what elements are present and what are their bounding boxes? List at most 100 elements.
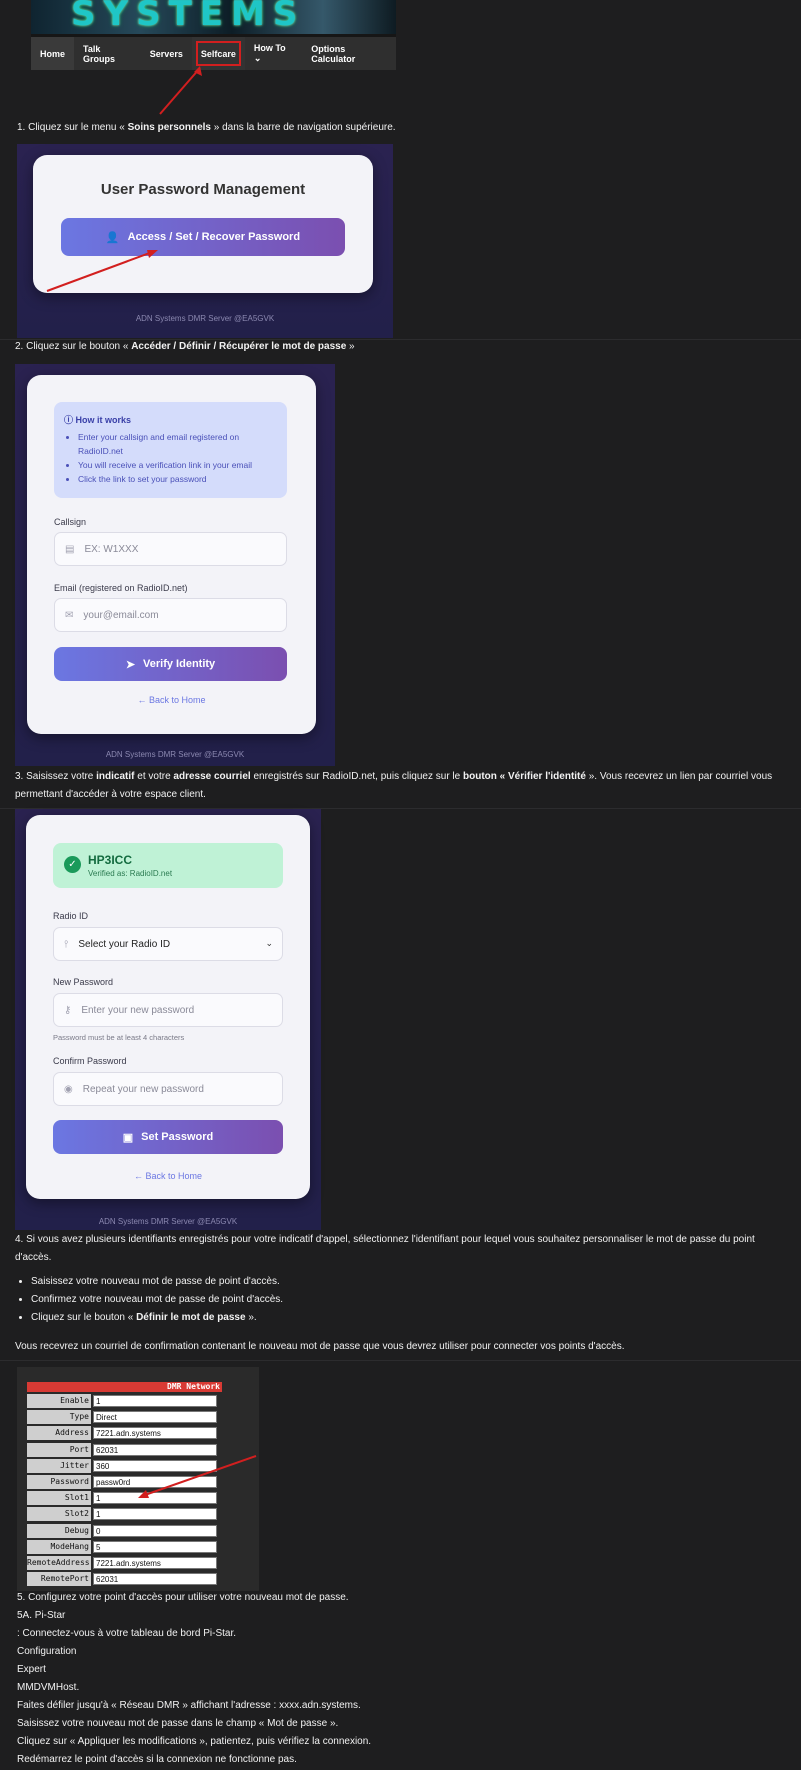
step4-confirm-text: Vous recevrez un courriel de confirmatio… — [15, 1341, 625, 1352]
table-row: ModeHang 5 — [27, 1539, 222, 1555]
key-icon: ⚷ — [64, 1004, 72, 1016]
callsign-label: Callsign — [54, 517, 87, 527]
list-item: Cliquez sur le bouton « Définir le mot d… — [31, 1309, 283, 1327]
verified-source: Verified as: RadioID.net — [88, 869, 173, 878]
step3-text: 3. Saisissez votre indicatif et votre ad… — [15, 771, 773, 800]
envelope-icon: ✉ — [65, 609, 74, 621]
arrow-annotation — [46, 250, 158, 292]
config-value-input[interactable]: 5 — [93, 1540, 217, 1553]
step5-line: MMDVMHost. — [17, 1682, 80, 1693]
email-input[interactable]: ✉ your@email.com — [54, 598, 287, 632]
config-key: Type — [27, 1410, 91, 1425]
dmr-network-header: DMR Network — [27, 1382, 222, 1392]
config-value-input[interactable]: Direct — [93, 1411, 217, 1424]
set-password-button[interactable]: ▣ Set Password — [53, 1120, 283, 1154]
config-key: RemoteAddress — [27, 1556, 91, 1570]
list-item: Enter your callsign and email registered… — [78, 430, 283, 458]
config-key: Address — [27, 1426, 91, 1441]
user-icon: 👤 — [105, 231, 120, 244]
how-it-works-title: ⓘ How it works — [64, 415, 132, 425]
callsign-input[interactable]: ▤ EX: W1XXX — [54, 532, 287, 566]
panel2-footer: ADN Systems DMR Server @EA5GVK — [105, 750, 245, 759]
check-circle-icon: ◉ — [64, 1083, 73, 1095]
config-key: ModeHang — [27, 1539, 91, 1554]
new-password-input[interactable]: ⚷ Enter your new password — [53, 993, 283, 1027]
config-value-input[interactable]: 62031 — [93, 1573, 217, 1586]
config-key: RemotePort — [27, 1572, 91, 1587]
pistar-config-screenshot: DMR Network Enable 1 Type Direct Address 7221… — [17, 1367, 259, 1591]
step5-line: 5A. Pi-Star — [17, 1610, 66, 1621]
new-password-label: New Password — [53, 977, 114, 987]
info-icon: ⓘ — [64, 415, 74, 425]
step5-line: 5. Configurez votre point d'accès pour u… — [17, 1592, 349, 1603]
panel3-footer: ADN Systems DMR Server @EA5GVK — [98, 1217, 238, 1226]
save-icon: ▣ — [122, 1131, 134, 1144]
how-it-works-list: Enter your callsign and email registered… — [64, 430, 283, 486]
card-title: User Password Management — [100, 181, 306, 198]
verify-identity-button[interactable]: ➤ Verify Identity — [54, 647, 287, 681]
list-item: Saisissez votre nouveau mot de passe de … — [31, 1273, 283, 1291]
step5-line: Expert — [17, 1664, 46, 1675]
chevron-down-icon: ⌄ — [265, 938, 273, 948]
step5-line: Saisissez votre nouveau mot de passe dan… — [17, 1718, 339, 1729]
panel1-footer: ADN Systems DMR Server @EA5GVK — [135, 314, 275, 323]
check-circle-icon: ✓ — [64, 856, 81, 873]
config-value-input[interactable]: 7221.adn.systems — [93, 1557, 217, 1569]
step5-line: : Connectez-vous à votre tableau de bord… — [17, 1628, 237, 1639]
config-value-input[interactable]: 1 — [93, 1395, 217, 1407]
site-banner-screenshot: SYSTEMS Home Talk Groups Servers Selfcar… — [31, 0, 396, 70]
config-key: Port — [27, 1442, 91, 1457]
step4-text: 4. Si vous avez plusieurs identifiants e… — [15, 1234, 755, 1263]
verify-panel: ⓘ How it works Enter your callsign and e… — [15, 364, 335, 766]
email-label: Email (registered on RadioID.net) — [54, 583, 188, 593]
nav-options-calculator[interactable]: Options Calculator — [302, 37, 396, 70]
nav-how-to[interactable]: How To ⌄ — [245, 37, 302, 70]
config-value-input[interactable]: 7221.adn.systems — [93, 1427, 217, 1440]
verified-callsign: HP3ICC — [88, 853, 133, 867]
radio-id-label: Radio ID — [53, 911, 89, 921]
how-it-works-box: ⓘ How it works Enter your callsign and e… — [54, 402, 287, 498]
set-password-card: ✓ HP3ICC Verified as: RadioID.net Radio … — [26, 815, 310, 1199]
step4-bullets: Saisissez votre nouveau mot de passe de … — [17, 1273, 283, 1327]
step5-line: Redémarrez le point d'accès si la connex… — [17, 1754, 297, 1765]
table-row: Address 7221.adn.systems — [27, 1426, 222, 1441]
paper-plane-icon: ➤ — [125, 658, 136, 671]
config-key: Slot1 — [27, 1491, 91, 1506]
password-management-panel: User Password Management 👤 Access / Set … — [17, 144, 393, 338]
config-key: Enable — [27, 1394, 91, 1408]
table-row: Debug 0 — [27, 1523, 222, 1539]
radio-id-select[interactable]: ⫯ Select your Radio ID ⌄ — [53, 927, 283, 961]
list-item: You will receive a verification link in … — [78, 458, 283, 472]
table-row: RemoteAddress 7221.adn.systems — [27, 1556, 222, 1571]
config-value-input[interactable]: 0 — [93, 1524, 217, 1537]
confirm-password-input[interactable]: ◉ Repeat your new password — [53, 1072, 283, 1106]
step5-line: Configuration — [17, 1646, 77, 1657]
step1-text: 1. Cliquez sur le menu « Soins personnel… — [17, 122, 396, 133]
id-card-icon: ▤ — [65, 543, 75, 555]
set-password-panel: ✓ HP3ICC Verified as: RadioID.net Radio … — [15, 809, 321, 1230]
config-key: Debug — [27, 1523, 91, 1538]
back-to-home-link[interactable]: ← Back to Home — [26, 1171, 310, 1181]
table-row: Slot2 1 — [27, 1507, 222, 1522]
nav-bar: Home Talk Groups Servers Selfcare How To… — [31, 37, 396, 70]
table-row: Enable 1 — [27, 1394, 222, 1409]
config-key: Slot2 — [27, 1507, 91, 1522]
step5-line: Faites défiler jusqu'à « Réseau DMR » af… — [17, 1700, 361, 1711]
table-row: Type Direct — [27, 1410, 222, 1425]
table-row: RemotePort 62031 — [27, 1572, 222, 1587]
step5-text: 5. Configurez votre point d'accès pour u… — [17, 1589, 792, 1769]
confirm-password-label: Confirm Password — [53, 1056, 127, 1066]
banner-header: SYSTEMS — [31, 0, 396, 34]
access-button-label: Access / Set / Recover Password — [127, 231, 301, 243]
config-key: Password — [27, 1475, 91, 1489]
step5-line: Cliquez sur « Appliquer les modification… — [17, 1736, 372, 1747]
verified-badge: ✓ HP3ICC Verified as: RadioID.net — [53, 843, 283, 888]
config-value-input[interactable]: 1 — [93, 1508, 217, 1521]
antenna-icon: ⫯ — [64, 938, 69, 950]
verify-card: ⓘ How it works Enter your callsign and e… — [27, 375, 316, 734]
arrow-annotation — [138, 1455, 257, 1498]
nav-home[interactable]: Home — [31, 37, 75, 70]
back-to-home-link[interactable]: ← Back to Home — [27, 695, 316, 705]
nav-talk-groups[interactable]: Talk Groups — [74, 37, 141, 70]
verify-button-label: Verify Identity — [143, 658, 216, 670]
